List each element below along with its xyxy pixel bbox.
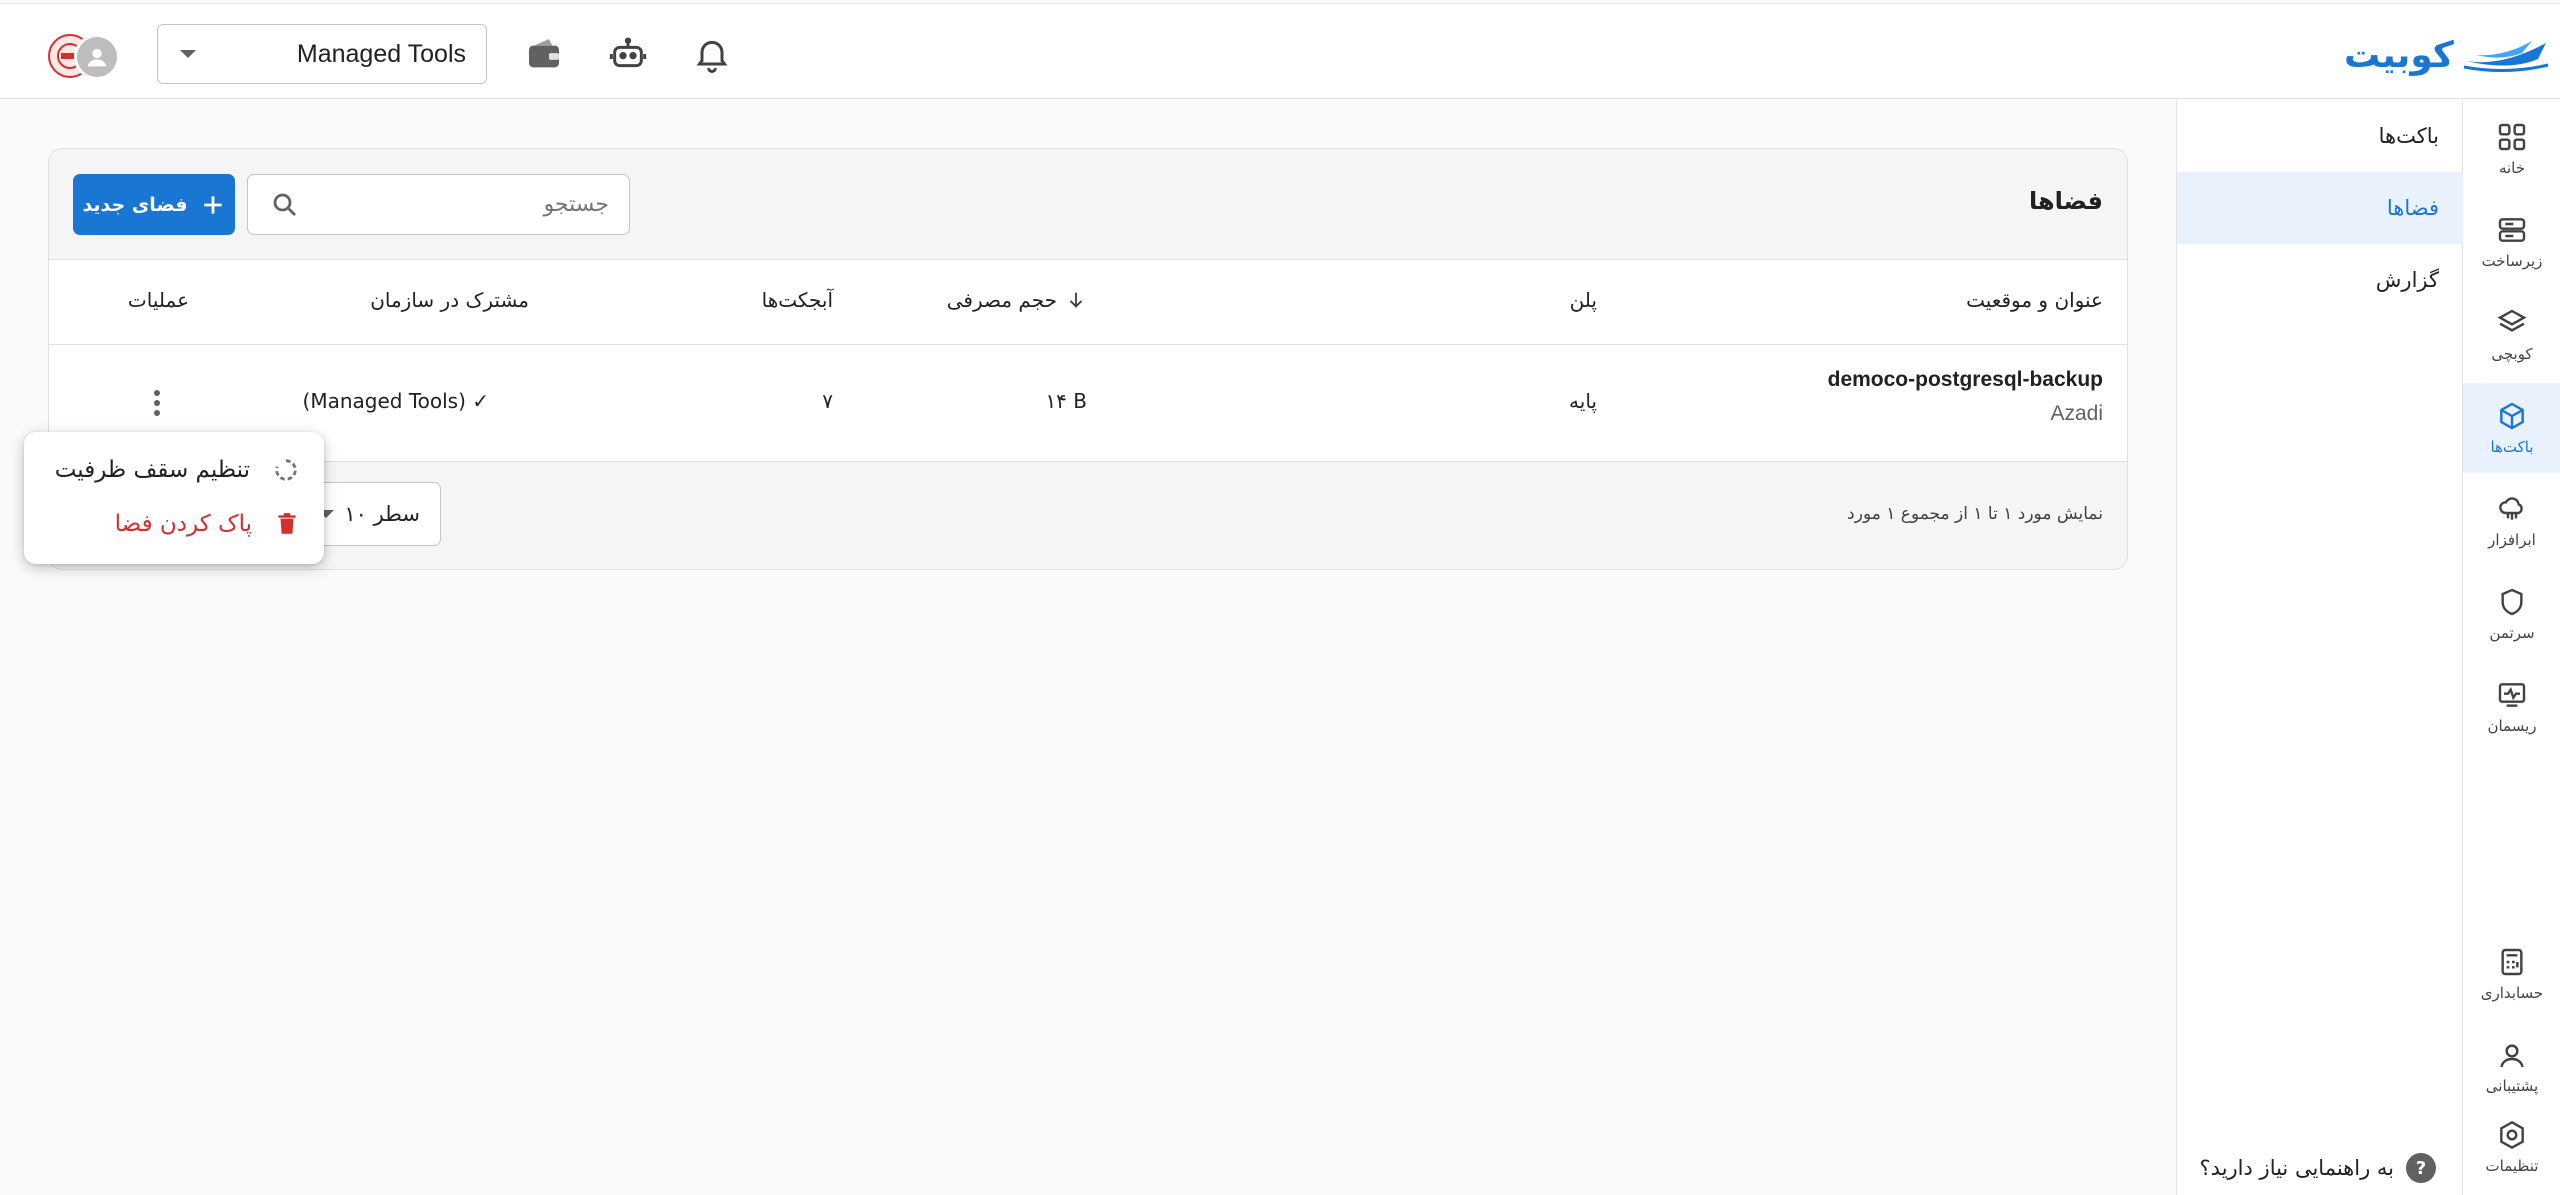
monitor-icon — [2498, 683, 2526, 707]
shield-icon — [2501, 588, 2523, 616]
menu-item-label: پاک کردن فضا — [114, 511, 252, 537]
org-selector[interactable]: Managed Tools — [157, 24, 487, 84]
org-selector-value: Managed Tools — [296, 39, 466, 68]
card-header: فضاها فضای جدید — [49, 149, 2127, 259]
space-shared: (Managed Tools) ✓ — [302, 389, 489, 413]
logo-ship-icon — [2463, 41, 2549, 73]
pagination-info: نمایش مورد ۱ تا ۱ از مجموع ۱ مورد — [1847, 504, 2103, 524]
page-title: فضاها — [2028, 187, 2103, 215]
rail-item-infrastructure[interactable]: زیرساخت — [2463, 197, 2560, 287]
support-icon — [2500, 1044, 2524, 1068]
layers-icon — [2497, 309, 2527, 332]
robot-icon[interactable] — [608, 34, 648, 74]
search-icon — [273, 193, 296, 216]
rail-label: ریسمان — [2487, 717, 2537, 735]
account-area[interactable] — [48, 34, 124, 80]
cube-icon — [2500, 402, 2524, 430]
arrow-down-icon — [1069, 292, 1083, 308]
space-objects: ۷ — [822, 389, 833, 413]
row-actions-menu: تنظیم سقف ظرفیت پاک کردن فضا — [24, 432, 324, 564]
col-usage-label: حجم مصرفی — [946, 288, 1057, 312]
rail-label: تنظیمات — [2485, 1157, 2539, 1175]
more-actions-icon[interactable] — [137, 383, 177, 423]
table-row[interactable]: democo-postgresql-backup Azadi پایه ۱۴ B… — [49, 345, 2127, 462]
new-space-button[interactable]: فضای جدید — [73, 174, 235, 235]
menu-item-delete-space[interactable]: پاک کردن فضا — [115, 504, 300, 544]
rail-label: سرتمن — [2489, 624, 2535, 642]
avatar[interactable] — [74, 34, 120, 80]
search-box[interactable] — [247, 174, 630, 235]
rows-per-page-value: ۱۰ سطر — [344, 502, 420, 526]
table-footer: نمایش مورد ۱ تا ۱ از مجموع ۱ مورد ۱۰ سطر — [49, 462, 2127, 569]
new-space-label: فضای جدید — [82, 193, 188, 216]
plus-icon — [203, 195, 222, 214]
rail-item-cloud-app[interactable]: ابرافزار — [2463, 476, 2560, 566]
trash-icon — [278, 513, 296, 534]
dot — [154, 390, 160, 396]
logo-text: کوبیت — [2344, 34, 2454, 76]
search-input[interactable] — [309, 192, 609, 217]
rail-item-sartaman[interactable]: سرتمن — [2463, 569, 2560, 659]
calculator-icon — [2501, 948, 2523, 976]
space-plan: پایه — [1569, 389, 1597, 413]
subnav-item-report[interactable]: گزارش — [2177, 244, 2463, 316]
space-location: Azadi — [2050, 402, 2103, 425]
rail-item-kubchi[interactable]: کوبچی — [2463, 290, 2560, 380]
subnav-item-spaces[interactable]: فضاها — [2177, 172, 2463, 244]
grid-icon — [2498, 123, 2526, 151]
rail-item-settings[interactable]: تنظیمات — [2463, 1102, 2560, 1192]
col-usage[interactable]: حجم مصرفی — [947, 288, 1087, 312]
help-link[interactable]: به راهنمایی نیاز دارید؟ ? — [2200, 1153, 2436, 1183]
space-usage: ۱۴ B — [1045, 389, 1087, 413]
rail-item-buckets[interactable]: باکت‌ها — [2463, 383, 2560, 473]
top-bar: کوبیت Managed Tools — [0, 3, 2560, 99]
bell-icon[interactable] — [692, 34, 732, 74]
server-icon — [2498, 218, 2526, 242]
menu-item-set-quota[interactable]: تنظیم سقف ظرفیت — [55, 450, 300, 490]
rail-label: باکت‌ها — [2490, 438, 2534, 456]
chevron-down-icon — [180, 50, 196, 58]
rail-item-risman[interactable]: ریسمان — [2463, 662, 2560, 752]
rail-label: ابرافزار — [2488, 531, 2536, 549]
rail-label: حسابداری — [2480, 984, 2544, 1002]
col-actions: عملیات — [127, 288, 189, 312]
settings-icon — [2500, 1120, 2524, 1150]
question-icon: ? — [2406, 1153, 2436, 1183]
table-header: عنوان و موقعیت پلن حجم مصرفی آبجکت‌ها مش… — [49, 259, 2127, 345]
dot — [154, 410, 160, 416]
loading-circle-icon — [275, 459, 297, 481]
spaces-card: فضاها فضای جدید عنوان و موقعیت پلن حجم م… — [48, 148, 2128, 570]
dot — [154, 400, 160, 406]
col-name[interactable]: عنوان و موقعیت — [1966, 288, 2103, 312]
rail-label: پشتیبانی — [2485, 1077, 2539, 1095]
wallet-icon[interactable] — [524, 34, 564, 74]
app-root: کوبیت Managed Tools خانه زیرساخت کوبچی ب… — [0, 0, 2560, 1195]
rail-label: کوبچی — [2491, 345, 2533, 363]
main-nav-rail: خانه زیرساخت کوبچی باکت‌ها ابرافزار — [2462, 100, 2560, 1195]
logo[interactable]: کوبیت — [2344, 32, 2550, 78]
subnav-title[interactable]: باکت‌ها — [2177, 100, 2463, 172]
col-objects[interactable]: آبجکت‌ها — [762, 288, 833, 312]
rail-item-home[interactable]: خانه — [2463, 104, 2560, 194]
secondary-sidebar: باکت‌ها فضاها گزارش به راهنمایی نیاز دار… — [2176, 100, 2463, 1195]
cloud-icon — [2499, 497, 2523, 520]
col-plan[interactable]: پلن — [1570, 288, 1597, 312]
space-name[interactable]: democo-postgresql-backup — [1828, 368, 2103, 392]
menu-item-label: تنظیم سقف ظرفیت — [54, 457, 250, 483]
col-shared[interactable]: مشترک در سازمان — [370, 288, 529, 312]
rail-item-accounting[interactable]: حسابداری — [2463, 929, 2560, 1019]
rail-label: زیرساخت — [2481, 252, 2543, 270]
help-text: به راهنمایی نیاز دارید؟ — [2199, 1156, 2394, 1180]
rail-item-support[interactable]: پشتیبانی — [2463, 1022, 2560, 1112]
rail-label: خانه — [2498, 159, 2526, 177]
